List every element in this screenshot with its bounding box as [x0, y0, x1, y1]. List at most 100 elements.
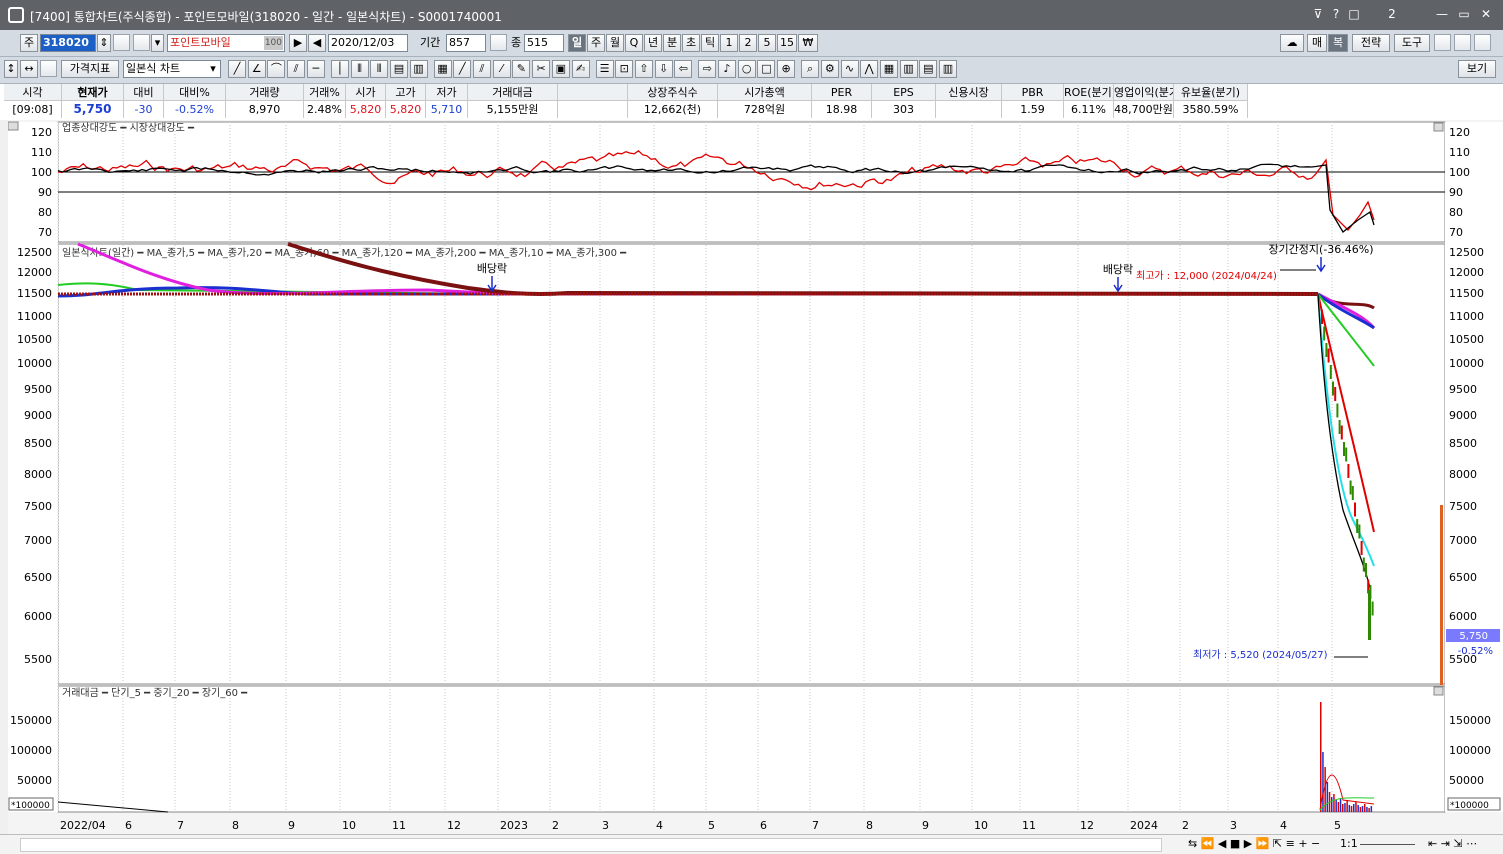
- stock-chart[interactable]: 2022/04 6 7 8 9 10 11 12 2023 2 3 4 5 6 7 8 9 10 11 12 2024 2…: [8, 120, 1503, 834]
- channel-icon[interactable]: ⫽: [287, 60, 306, 78]
- grid4-icon[interactable]: ▦: [433, 60, 452, 78]
- currency-button[interactable]: ₩: [798, 34, 818, 52]
- interval-minute[interactable]: 분: [663, 34, 681, 52]
- interval-5[interactable]: 5: [758, 34, 776, 52]
- edit-icon[interactable]: [40, 60, 57, 77]
- layout3-icon[interactable]: ▤: [919, 60, 938, 78]
- interval-week[interactable]: 주: [587, 34, 605, 52]
- note-icon[interactable]: ✍: [571, 60, 590, 78]
- interval-month[interactable]: 월: [606, 34, 624, 52]
- open-icon[interactable]: [1434, 34, 1451, 51]
- count-input[interactable]: 515: [524, 34, 564, 52]
- circle-icon[interactable]: ○: [737, 60, 756, 78]
- horizontal-scrollbar[interactable]: [20, 838, 1162, 852]
- cut-icon[interactable]: ✂: [532, 60, 551, 78]
- left-right-icon[interactable]: ↔: [20, 60, 38, 78]
- price-tick-left: 11500: [17, 287, 52, 300]
- help-button[interactable]: ?: [1327, 6, 1345, 22]
- left-icon[interactable]: ⇦: [674, 60, 693, 78]
- box-icon[interactable]: ⊡: [615, 60, 634, 78]
- minimize-button[interactable]: —: [1433, 6, 1451, 22]
- list-icon[interactable]: ☰: [595, 60, 614, 78]
- next-stock-button[interactable]: ▶: [289, 34, 307, 52]
- pen-icon[interactable]: ✎: [512, 60, 531, 78]
- crosshair-icon[interactable]: [490, 34, 507, 51]
- stock-name-field[interactable]: 포인트모바일 100: [167, 34, 285, 52]
- config-icon[interactable]: ⚙: [820, 60, 839, 78]
- strength-tick-left: 120: [31, 126, 52, 139]
- market-selector[interactable]: 주: [20, 34, 38, 52]
- fill-icon[interactable]: ▣: [551, 60, 570, 78]
- chart-type-select[interactable]: 일본식 차트 ▾: [123, 60, 221, 78]
- interval-second[interactable]: 초: [682, 34, 700, 52]
- sound-icon[interactable]: ♪: [718, 60, 736, 78]
- stock-list-icon[interactable]: [133, 34, 150, 51]
- period-input[interactable]: 857: [446, 34, 486, 52]
- date-input[interactable]: 2020/12/03: [328, 34, 408, 52]
- quote-value: 5,155만원: [468, 101, 558, 118]
- strength-tick-right: 110: [1449, 146, 1470, 159]
- screen-number-button[interactable]: 2: [1383, 6, 1401, 22]
- tools-button[interactable]: 도구: [1394, 34, 1430, 52]
- layout4-icon[interactable]: ▥: [939, 60, 957, 78]
- parallel-icon[interactable]: ⫽: [473, 60, 491, 78]
- grid2-icon[interactable]: ▤: [389, 60, 408, 78]
- ray-icon[interactable]: ⁄: [492, 60, 511, 78]
- save-icon[interactable]: [1454, 34, 1471, 51]
- grid3-icon[interactable]: ▥: [409, 60, 428, 78]
- search-icon[interactable]: [113, 34, 130, 51]
- candle: [1358, 524, 1361, 539]
- close-button[interactable]: ✕: [1477, 6, 1495, 22]
- up-icon[interactable]: ⇧: [634, 60, 653, 78]
- code-spin-button[interactable]: ⇕: [97, 34, 111, 52]
- buy-sell-button[interactable]: 매: [1307, 34, 1327, 52]
- up-down-icon[interactable]: ↕: [4, 60, 18, 78]
- find-icon[interactable]: ⌕: [801, 60, 820, 78]
- price-indicator-button[interactable]: 가격지표: [61, 60, 119, 78]
- chevron-down-icon[interactable]: ▾: [151, 34, 164, 52]
- down-icon[interactable]: ⇩: [654, 60, 673, 78]
- page-controls-icon[interactable]: ⇤ ⇥ ⇲ ⋯: [1428, 837, 1477, 850]
- interval-day[interactable]: 일: [568, 34, 586, 52]
- interval-2[interactable]: 2: [739, 34, 757, 52]
- wave-icon[interactable]: ∿: [840, 60, 859, 78]
- app-logo-icon: [8, 7, 24, 23]
- zoom-icon[interactable]: ⊕: [777, 60, 796, 78]
- rect-icon[interactable]: □: [757, 60, 776, 78]
- fibo-icon[interactable]: ⦀: [350, 60, 369, 78]
- stock-code-input[interactable]: 318020: [40, 34, 96, 52]
- zoom-slider[interactable]: [1360, 844, 1415, 845]
- prev-stock-button[interactable]: ◀: [308, 34, 326, 52]
- volume-legend: 거래대금 ━ 단기_5 ━ 중기_20 ━ 장기_60 ━: [62, 687, 248, 699]
- interval-15[interactable]: 15: [777, 34, 797, 52]
- pane-menu-icon: [1433, 686, 1444, 696]
- interval-tick[interactable]: 틱: [701, 34, 719, 52]
- arc-icon[interactable]: ⌒: [267, 60, 286, 78]
- strategy-button[interactable]: 전략: [1352, 34, 1390, 52]
- grid-icon[interactable]: ⦀: [370, 60, 389, 78]
- interval-quarter[interactable]: Q: [625, 34, 643, 52]
- interval-year[interactable]: 년: [644, 34, 662, 52]
- candle: [1362, 557, 1365, 572]
- view-button[interactable]: 보기: [1458, 60, 1496, 78]
- strength-tick-right: 120: [1449, 126, 1470, 139]
- vline-icon[interactable]: │: [330, 60, 349, 78]
- scroll-controls-icon[interactable]: ⇆ ⏪ ◀ ■ ▶ ⏩ ⇱ ≡ + −: [1188, 837, 1320, 850]
- cloud-icon[interactable]: ☁: [1280, 34, 1304, 52]
- compound-button[interactable]: 복: [1328, 34, 1348, 52]
- right-icon[interactable]: ⇨: [698, 60, 717, 78]
- volume-bar: [1353, 804, 1355, 812]
- interval-1[interactable]: 1: [720, 34, 738, 52]
- layout1-icon[interactable]: ▦: [879, 60, 898, 78]
- angle-icon[interactable]: ∠: [247, 60, 266, 78]
- peak-icon[interactable]: ⋀: [860, 60, 879, 78]
- pin-icon[interactable]: ⊽: [1309, 6, 1327, 22]
- maximize-button[interactable]: ▭: [1455, 6, 1473, 22]
- count-label: 종: [511, 36, 522, 49]
- layout2-icon[interactable]: ▥: [899, 60, 918, 78]
- trend-icon[interactable]: ╱: [453, 60, 472, 78]
- settings-icon[interactable]: [1474, 34, 1491, 51]
- line-icon[interactable]: ╱: [228, 60, 246, 78]
- hline-icon[interactable]: ─: [306, 60, 325, 78]
- layout-button[interactable]: □: [1345, 6, 1363, 22]
